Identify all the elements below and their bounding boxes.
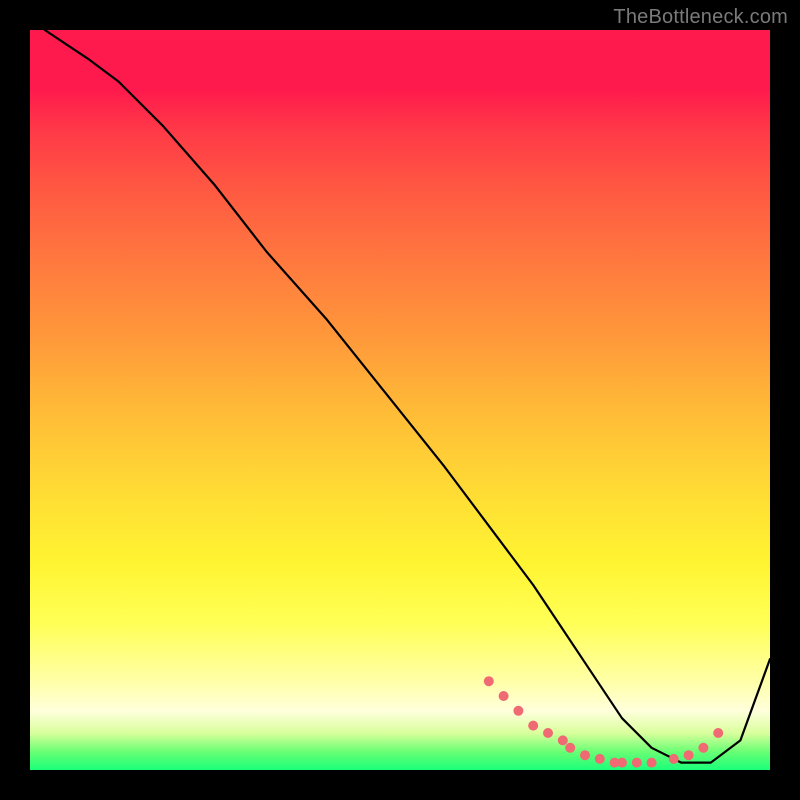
marker-dot — [513, 706, 523, 716]
chart-frame: TheBottleneck.com — [0, 0, 800, 800]
marker-dot — [580, 750, 590, 760]
bottleneck-curve — [45, 30, 770, 763]
marker-dot — [595, 754, 605, 764]
marker-dot — [528, 721, 538, 731]
marker-dot — [632, 758, 642, 768]
marker-dot — [617, 758, 627, 768]
marker-dot — [647, 758, 657, 768]
marker-dot — [499, 691, 509, 701]
marker-dot — [484, 676, 494, 686]
marker-dot — [565, 743, 575, 753]
plot-area — [30, 30, 770, 770]
marker-dot — [684, 750, 694, 760]
marker-dot — [669, 754, 679, 764]
marker-dot — [713, 728, 723, 738]
marker-dot — [698, 743, 708, 753]
watermark-text: TheBottleneck.com — [613, 6, 788, 29]
curve-svg — [30, 30, 770, 770]
marker-dot — [543, 728, 553, 738]
marker-dot — [558, 735, 568, 745]
